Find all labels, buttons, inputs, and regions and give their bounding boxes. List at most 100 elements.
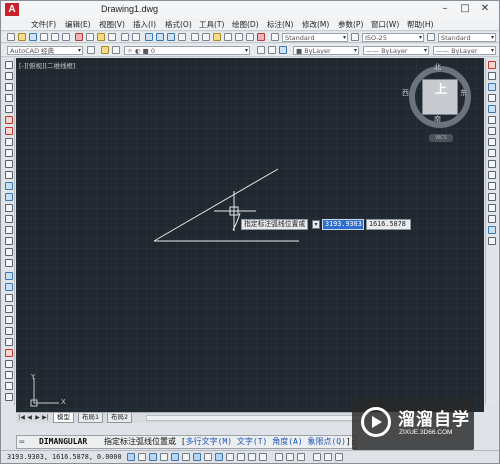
- dim-arc-icon[interactable]: [5, 294, 13, 302]
- linetype-select[interactable]: —— ByLayer ▾: [363, 46, 429, 55]
- close-button[interactable]: ✕: [477, 2, 493, 16]
- mtext-icon[interactable]: [5, 259, 13, 267]
- paste-icon[interactable]: [97, 33, 105, 41]
- status-coordinates[interactable]: 3193.9303, 1616.5878, 0.0000: [7, 453, 122, 461]
- dynamic-input-y-field[interactable]: 1616.5878: [366, 219, 411, 230]
- model-space-icon[interactable]: [275, 453, 283, 461]
- horizontal-scrollbar[interactable]: [146, 415, 366, 421]
- option-text[interactable]: 文字(T): [237, 437, 267, 446]
- layer-previous-icon[interactable]: [268, 46, 276, 54]
- undo-icon[interactable]: [121, 33, 129, 41]
- layer-iso-icon[interactable]: [279, 46, 287, 54]
- dim-continue-icon[interactable]: [5, 382, 13, 390]
- first-tab-icon[interactable]: |◀: [18, 414, 25, 422]
- tab-layout2[interactable]: 布局2: [107, 413, 133, 423]
- pan-icon[interactable]: [145, 33, 153, 41]
- transparency-icon[interactable]: [237, 453, 245, 461]
- revcloud-icon[interactable]: [5, 138, 13, 146]
- dynamic-input-options-button[interactable]: ▾: [312, 220, 320, 229]
- annotation-scale-icon[interactable]: [313, 453, 321, 461]
- lineweight-icon[interactable]: [226, 453, 234, 461]
- insert-block-icon[interactable]: [5, 182, 13, 190]
- tolerance-icon[interactable]: [5, 393, 13, 401]
- print-icon[interactable]: [40, 33, 48, 41]
- workspace-select[interactable]: AutoCAD 经典 ▾: [7, 46, 83, 55]
- save-icon[interactable]: [29, 33, 37, 41]
- dim-jogged-icon[interactable]: [5, 327, 13, 335]
- polygon-icon[interactable]: [5, 94, 13, 102]
- polyline-icon[interactable]: [5, 83, 13, 91]
- extend-icon[interactable]: [488, 171, 496, 179]
- join-icon[interactable]: [488, 204, 496, 212]
- viewport-controls-label[interactable]: [-][俯视][二维线框]: [19, 60, 76, 70]
- menu-tools[interactable]: 工具(T): [199, 19, 224, 30]
- hatch-icon[interactable]: [5, 215, 13, 223]
- ortho-mode-icon[interactable]: [149, 453, 157, 461]
- rotate-icon[interactable]: [488, 127, 496, 135]
- quick-dim-icon[interactable]: [5, 360, 13, 368]
- preview-icon[interactable]: [51, 33, 59, 41]
- tab-layout1[interactable]: 布局1: [78, 413, 104, 423]
- quick-view-drawings-icon[interactable]: [297, 453, 305, 461]
- menu-file[interactable]: 文件(F): [31, 19, 56, 30]
- compass-south[interactable]: 南: [434, 114, 441, 124]
- explode-icon[interactable]: [488, 237, 496, 245]
- 3d-osnap-icon[interactable]: [182, 453, 190, 461]
- table-style-icon[interactable]: [427, 33, 435, 41]
- copy-icon[interactable]: [86, 33, 94, 41]
- zoom-window-icon[interactable]: [167, 33, 175, 41]
- dynamic-ucs-icon[interactable]: [204, 453, 212, 461]
- dim-linear-icon[interactable]: [5, 272, 13, 280]
- prev-tab-icon[interactable]: ◀: [26, 414, 33, 422]
- compass-north[interactable]: 北: [434, 62, 441, 72]
- dim-angular-icon[interactable]: [5, 349, 13, 357]
- quick-properties-icon[interactable]: [248, 453, 256, 461]
- dim-aligned-icon[interactable]: [5, 283, 13, 291]
- menu-insert[interactable]: 插入(I): [133, 19, 156, 30]
- properties-icon[interactable]: [191, 33, 199, 41]
- option-mtext[interactable]: 多行文字(M): [186, 437, 232, 446]
- cut-icon[interactable]: [75, 33, 83, 41]
- dim-style-select[interactable]: ISO-25 ▾: [362, 33, 424, 42]
- redo-icon[interactable]: [132, 33, 140, 41]
- break-icon[interactable]: [488, 193, 496, 201]
- text-style-icon[interactable]: [271, 33, 279, 41]
- dim-baseline-icon[interactable]: [5, 371, 13, 379]
- construction-line-icon[interactable]: [5, 72, 13, 80]
- dim-diameter-icon[interactable]: [5, 338, 13, 346]
- object-snap-tracking-icon[interactable]: [193, 453, 201, 461]
- polar-tracking-icon[interactable]: [160, 453, 168, 461]
- dynamic-input-icon[interactable]: [215, 453, 223, 461]
- menu-help[interactable]: 帮助(H): [407, 19, 434, 30]
- make-block-icon[interactable]: [5, 193, 13, 201]
- copy-object-icon[interactable]: [488, 72, 496, 80]
- table-style-select[interactable]: Standard ▾: [438, 33, 496, 42]
- region-icon[interactable]: [5, 237, 13, 245]
- markup-icon[interactable]: [235, 33, 243, 41]
- help-icon[interactable]: [257, 33, 265, 41]
- chamfer-icon[interactable]: [488, 215, 496, 223]
- spline-icon[interactable]: [5, 149, 13, 157]
- last-tab-icon[interactable]: ▶|: [42, 414, 49, 422]
- trim-icon[interactable]: [488, 160, 496, 168]
- zoom-realtime-icon[interactable]: [156, 33, 164, 41]
- design-center-icon[interactable]: [202, 33, 210, 41]
- maximize-button[interactable]: □: [457, 2, 473, 16]
- gradient-icon[interactable]: [5, 226, 13, 234]
- menu-dimension[interactable]: 标注(N): [267, 19, 293, 30]
- color-select[interactable]: ■ ByLayer ▾: [293, 46, 359, 55]
- selection-cycling-icon[interactable]: [259, 453, 267, 461]
- open-icon[interactable]: [18, 33, 26, 41]
- snap-mode-icon[interactable]: [127, 453, 135, 461]
- sheet-set-icon[interactable]: [224, 33, 232, 41]
- dynamic-input-x-field[interactable]: 3193.9303: [322, 219, 364, 230]
- drawing-canvas[interactable]: [-][俯视][二维线框] 上 北 南 西 东 WCS Y X: [16, 58, 484, 412]
- compass-east[interactable]: 东: [460, 88, 467, 98]
- erase-icon[interactable]: [488, 61, 496, 69]
- match-properties-icon[interactable]: [108, 33, 116, 41]
- menu-window[interactable]: 窗口(W): [371, 19, 399, 30]
- next-tab-icon[interactable]: ▶: [34, 414, 41, 422]
- layer-state-icon[interactable]: [112, 46, 120, 54]
- viewcube-face[interactable]: 上: [422, 79, 458, 115]
- lineweight-select[interactable]: —— ByLayer ▾: [433, 46, 496, 55]
